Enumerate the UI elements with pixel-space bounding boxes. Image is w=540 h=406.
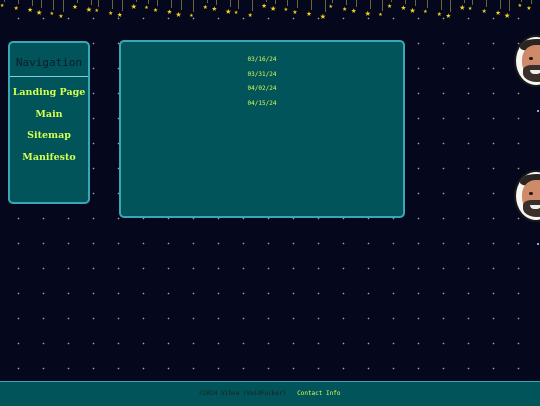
star-icon: ★ — [292, 7, 298, 16]
star-icon: ★ — [49, 9, 55, 17]
contact-info-link[interactable]: Contact Info — [297, 390, 340, 397]
star-icon: ★ — [319, 11, 326, 22]
star-icon: ★ — [0, 1, 5, 9]
star-icon: ★ — [517, 1, 523, 9]
star-icon: ★ — [481, 6, 487, 15]
star-icon: ★ — [445, 11, 452, 21]
star-icon: ★ — [189, 11, 194, 19]
star-icon: ★ — [270, 3, 277, 14]
star-icon: ★ — [36, 7, 43, 18]
nav-link-landing-page[interactable]: Landing Page — [10, 82, 88, 104]
avatar-face — [514, 170, 540, 222]
star-icon: ★ — [283, 5, 289, 13]
star-icon: ★ — [364, 8, 371, 19]
post-date-link[interactable]: 03/16/24 — [121, 53, 403, 68]
post-date-list: 03/16/24 03/31/24 04/02/24 04/15/24 — [121, 53, 403, 111]
footer-copyright: ©2024 Vihna (VoidFucker) — [199, 390, 287, 397]
star-icon: ★ — [27, 5, 33, 15]
star-icon: ★ — [13, 3, 19, 12]
star-icon: ★ — [378, 10, 383, 18]
star-icon: ★ — [202, 2, 208, 11]
star-icon: ★ — [108, 8, 114, 17]
star-icon: ★ — [409, 5, 416, 16]
star-icon: ★ — [175, 9, 182, 20]
post-date-link[interactable]: 03/31/24 — [121, 68, 403, 83]
star-icon: ★ — [328, 2, 333, 10]
star-icon: ★ — [130, 1, 137, 12]
star-icon: ★ — [436, 9, 442, 18]
star-icon: ★ — [225, 6, 232, 17]
star-icon: ★ — [85, 4, 92, 15]
star-icon: ★ — [211, 4, 218, 14]
star-icon: ★ — [495, 8, 501, 18]
star-icon: ★ — [387, 1, 392, 10]
star-icon: ★ — [166, 7, 173, 17]
navigation-title: Navigation — [10, 43, 88, 77]
star-icon: ★ — [58, 11, 64, 20]
main-content-panel: 03/16/24 03/31/24 04/02/24 04/15/24 — [119, 40, 405, 218]
footer: ©2024 Vihna (VoidFucker) | Contact Info — [0, 381, 540, 406]
star-icon: ★ — [468, 4, 473, 12]
footer-separator: | — [289, 390, 294, 397]
star-icon: ★ — [306, 9, 312, 19]
star-icon: ★ — [72, 2, 78, 12]
star-icon: ★ — [351, 6, 357, 16]
star-icon: ★ — [234, 8, 239, 16]
star-icon: ★ — [247, 10, 253, 19]
star-icon: ★ — [342, 4, 348, 13]
star-garland: ★ ★ ★ ★ ★ ★ ★ ★ ★ ★ ★ ★ ★ ★ ★ ★ ★ ★ ★ ★ ★ ★ ★ ★ ★ ★ ★ ★ ★ ★ ★ ★ ★ ★ ★ ★ ★ ★ ★ ★… — [0, 0, 540, 24]
star-icon: ★ — [400, 3, 407, 13]
star-icon: ★ — [526, 3, 532, 12]
nav-link-sitemap[interactable]: Sitemap — [10, 125, 88, 147]
star-icon: ★ — [153, 5, 158, 14]
nav-link-manifesto[interactable]: Manifesto — [10, 147, 88, 169]
sparkle-dot — [537, 243, 539, 245]
star-icon: ★ — [504, 10, 511, 21]
nav-link-main[interactable]: Main — [10, 104, 88, 126]
star-icon: ★ — [423, 7, 428, 15]
star-icon: ★ — [144, 3, 149, 11]
avatar-face — [514, 35, 540, 87]
post-date-link[interactable]: 04/15/24 — [121, 97, 403, 112]
sparkle-dot — [537, 110, 539, 112]
star-icon: ★ — [459, 2, 466, 13]
post-date-link[interactable]: 04/02/24 — [121, 82, 403, 97]
star-icon: ★ — [261, 1, 267, 11]
star-icon: ★ — [117, 10, 123, 20]
star-icon: ★ — [94, 6, 99, 14]
navigation-panel: Navigation Landing Page Main Sitemap Man… — [8, 41, 90, 204]
